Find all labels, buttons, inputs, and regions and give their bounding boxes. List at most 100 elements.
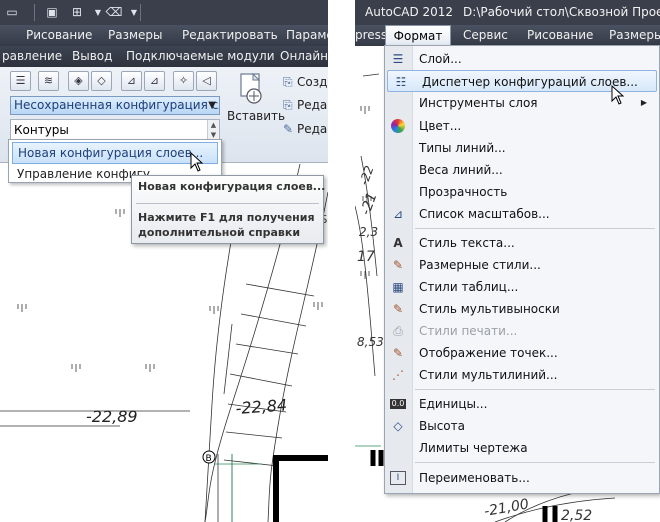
tab-online[interactable]: Онлайн (280, 46, 328, 67)
scale-list-icon: ⊿ (392, 207, 404, 221)
open-icon[interactable]: ▭ (2, 3, 22, 22)
tab-output[interactable]: Вывод (72, 46, 112, 67)
units-icon: 0.0 (390, 399, 406, 409)
plot-style-icon: ⎙ (393, 324, 403, 338)
layer-freeze-icon[interactable]: ◈ (68, 71, 89, 91)
save-icon[interactable]: ▣ (42, 3, 62, 22)
menu-item-plot-styles[interactable]: ⎙ Стили печати... (385, 320, 659, 342)
menu-item-mleader-style[interactable]: ✎ Стиль мультивыноски (385, 298, 659, 320)
menu-item-rename[interactable]: I Переименовать... (385, 467, 659, 489)
layer-state-combo[interactable]: Несохраненная конфигурация сло ▼ (10, 96, 220, 115)
layer-lock-icon[interactable]: ⊿ (121, 71, 142, 91)
rename-icon: I (390, 471, 406, 485)
new-layer-state-item[interactable]: Новая конфигурация слоев... (12, 142, 218, 164)
create-block-tool[interactable]: ⎘ Созд (283, 75, 327, 90)
menu-item-dimension-styles[interactable]: ✎ Размерные стили... (385, 254, 659, 276)
dim-style-icon: ✎ (392, 258, 404, 272)
elevation-label: -22,84 (235, 395, 288, 418)
tooltip-divider (136, 203, 319, 204)
create-block-icon: ⎘ (283, 75, 293, 89)
layer-off-icon[interactable]: ◇ (91, 71, 112, 91)
chevron-down-icon: ▼ (208, 100, 216, 111)
menu-item-color[interactable]: Цвет... (385, 115, 659, 137)
menu-item-table-styles[interactable]: ▦ Стили таблиц... (385, 276, 659, 298)
insert-label[interactable]: Вставить (227, 109, 285, 123)
menu-draw[interactable]: Рисование (26, 25, 92, 46)
tooltip-title: Новая конфигурация слоев... (138, 180, 326, 193)
elevation-label: 8,53 (357, 335, 384, 349)
grid-bubble-label: B (206, 454, 212, 464)
elevation-label: 2,3 (359, 225, 378, 239)
mouse-cursor-icon (611, 85, 625, 105)
menu-item-layer[interactable]: ☰ Слой... (385, 48, 659, 70)
menu-separator (415, 228, 655, 229)
left-screenshot: ▭ ▣ ⊞ ▼ ⌫ ▼ Рисование Размеры Редактиров… (0, 0, 328, 522)
layer-merge-icon[interactable]: ◁ (196, 71, 217, 91)
elevation-label: -22,89 (86, 407, 138, 426)
mline-style-icon: ⋰ (392, 368, 404, 382)
edit-block-icon: ⎘ (283, 98, 293, 112)
layer-states-icon: ☷ (395, 75, 407, 89)
menu-express[interactable]: press (355, 25, 387, 46)
mouse-cursor-icon (190, 152, 204, 172)
menu-parametric[interactable]: Парамe (286, 25, 328, 46)
edit-attributes-icon: ✎ (283, 122, 294, 136)
elevation-label: 2,52 (561, 508, 592, 522)
tooltip-help: Нажмите F1 для получения дополнительной … (138, 211, 315, 239)
elevation-label: -21,00 (483, 496, 530, 520)
layer-combo-value: Контуры (14, 123, 69, 137)
menu-item-thickness[interactable]: ◇ Высота (385, 415, 659, 437)
tab-manage[interactable]: равление (2, 46, 62, 67)
file-path: D:\Рабочий стол\Сквозной Проект\20 (463, 5, 660, 19)
elevation-label: 17 (357, 249, 375, 265)
submenu-arrow-icon: ▶ (640, 98, 647, 107)
menu-item-transparency[interactable]: Прозрачность (385, 181, 659, 203)
thickness-icon: ◇ (393, 419, 403, 433)
layer-state-value: Несохраненная конфигурация сло (14, 98, 220, 112)
layer-properties-icon[interactable]: ☰ (10, 71, 31, 91)
toolbar-separator (34, 4, 35, 21)
edit-attributes-tool[interactable]: ✎ Реда (283, 122, 327, 136)
eraser-icon[interactable]: ⌫ (104, 3, 124, 22)
menu-item-linetypes[interactable]: Типы линий... (385, 137, 659, 159)
edit-block-tool[interactable]: ⎘ Реда (283, 98, 327, 113)
menu-modify[interactable]: Редактировать (182, 25, 278, 46)
menu-item-mline-style[interactable]: ⋰ Стили мультилиний... (385, 364, 659, 386)
right-screenshot: AutoCAD 2012 D:\Рабочий стол\Сквозной Про… (355, 0, 660, 522)
customize-qat-icon[interactable]: ▼ (124, 3, 144, 22)
tab-plugins[interactable]: Подключаемые модули (126, 46, 275, 67)
menu-separator (415, 462, 655, 463)
layer-walk-icon[interactable]: ✧ (173, 71, 194, 91)
menu-bar: press Формат Сервис Рисование Размеры (355, 25, 660, 46)
spinner-icon[interactable]: ▲ ▼ (207, 120, 219, 140)
menu-item-drawing-limits[interactable]: Лимиты чертежа (385, 437, 659, 459)
menu-item-scale-list[interactable]: ⊿ Список масштабов... (385, 203, 659, 225)
menu-item-lineweights[interactable]: Веса линий... (385, 159, 659, 181)
menu-tools[interactable]: Сервис (463, 25, 508, 46)
menu-item-text-style[interactable]: A Стиль текста... (385, 232, 659, 254)
layer-icon: ☰ (392, 52, 404, 66)
tooltip: Новая конфигурация слоев... Нажмите F1 д… (131, 175, 326, 244)
match-properties-icon[interactable]: ⊞ (67, 3, 87, 22)
window-title-bar: AutoCAD 2012 D:\Рабочий стол\Сквозной Про… (355, 0, 660, 25)
format-menu: ☰ Слой... ☷ Диспетчер конфигураций слоев… (384, 45, 660, 494)
app-title: AutoCAD 2012 (365, 5, 454, 19)
menu-dimension[interactable]: Размеры (108, 25, 163, 46)
menu-item-units[interactable]: 0.0 Единицы... (385, 393, 659, 415)
menu-dimension[interactable]: Размеры (609, 25, 660, 46)
menu-format[interactable]: Формат (385, 25, 451, 46)
table-style-icon: ▦ (392, 280, 404, 294)
menu-draw[interactable]: Рисование (527, 25, 593, 46)
menu-bar: Рисование Размеры Редактировать Парамe (0, 25, 328, 46)
elevation-label: -22 (357, 164, 377, 187)
point-style-icon: ✎ (392, 346, 404, 360)
toolbar-separator (140, 4, 141, 21)
quick-access-toolbar: ▭ ▣ ⊞ ▼ ⌫ ▼ (0, 0, 328, 25)
layer-combo[interactable]: Контуры ▲ ▼ (10, 119, 220, 141)
insert-block-icon[interactable] (238, 72, 266, 110)
layer-match-icon[interactable]: ⊿ (144, 71, 165, 91)
menu-item-point-style[interactable]: ✎ Отображение точек... (385, 342, 659, 364)
layer-isolate-icon[interactable]: ≋ (38, 71, 59, 91)
elevation-label: -21 (358, 190, 381, 217)
color-wheel-icon (391, 119, 405, 133)
